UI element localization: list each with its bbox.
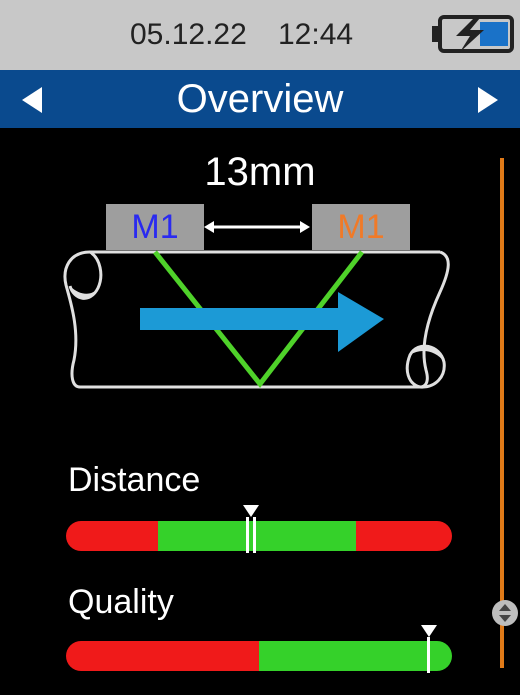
status-time: 12:44 (278, 18, 354, 51)
quality-marker (420, 625, 437, 673)
status-bar: 05.12.22 12:44 (0, 0, 520, 70)
scrollbar-thumb[interactable] (490, 598, 520, 628)
page-title: Overview (176, 77, 344, 121)
distance-label: Distance (68, 461, 201, 499)
spacing-arrow (204, 221, 310, 233)
pipe-diagram (63, 221, 450, 389)
quality-bar-low-zone (66, 641, 259, 671)
distance-marker (243, 505, 260, 553)
status-date: 05.12.22 (130, 18, 247, 51)
quality-label: Quality (68, 583, 174, 621)
distance-bar-low-zone (66, 521, 158, 551)
quality-bar (66, 641, 452, 671)
scrollbar-track[interactable] (500, 158, 504, 668)
battery-charging-icon (432, 15, 514, 53)
title-bar: Overview (0, 70, 520, 128)
distance-bar-high-zone (356, 521, 452, 551)
right-arrow-icon[interactable] (470, 83, 504, 117)
flow-direction-arrow (140, 292, 384, 352)
